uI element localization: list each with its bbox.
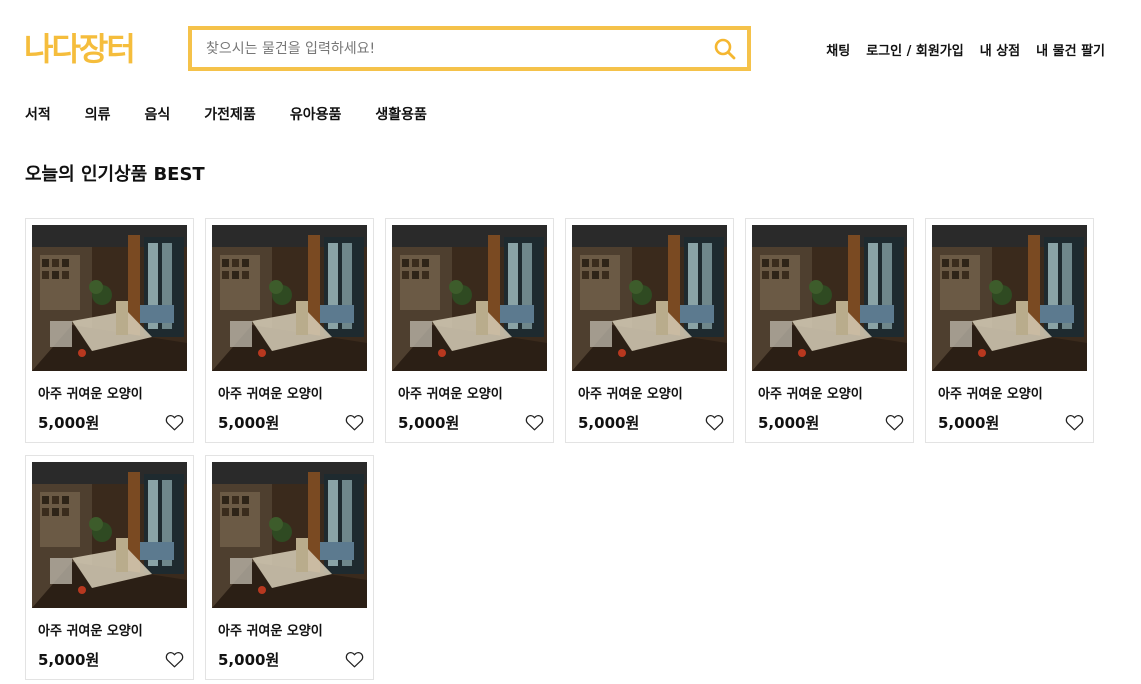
product-card[interactable]: 아주 귀여운 오양이 5,000원: [25, 218, 194, 443]
product-title: 아주 귀여운 오양이: [38, 387, 143, 402]
product-image[interactable]: [932, 225, 1087, 371]
product-title: 아주 귀여운 오양이: [758, 387, 863, 402]
product-title: 아주 귀여운 오양이: [38, 624, 143, 639]
product-card[interactable]: 아주 귀여운 오양이 5,000원: [25, 455, 194, 680]
heart-outline-icon[interactable]: [883, 411, 905, 433]
section-title: 오늘의 인기상품 BEST: [25, 164, 205, 185]
product-meta: 5,000원: [212, 411, 367, 433]
search-bar: [188, 26, 751, 71]
product-meta: 5,000원: [212, 648, 367, 670]
top-nav: 채팅 로그인 / 회원가입 내 상점 내 물건 팔기: [826, 40, 1105, 59]
nav-chat-link[interactable]: 채팅: [826, 40, 850, 59]
product-card[interactable]: 아주 귀여운 오양이 5,000원: [745, 218, 914, 443]
heart-outline-icon[interactable]: [1063, 411, 1085, 433]
heart-outline-icon[interactable]: [343, 411, 365, 433]
search-icon[interactable]: [703, 30, 747, 67]
product-price: 5,000원: [938, 413, 1000, 432]
category-household[interactable]: 생활용품: [375, 104, 427, 124]
product-image[interactable]: [32, 225, 187, 371]
product-title: 아주 귀여운 오양이: [398, 387, 503, 402]
search-input[interactable]: [192, 30, 703, 67]
nav-my-shop-link[interactable]: 내 상점: [980, 40, 1020, 59]
product-title: 아주 귀여운 오양이: [218, 387, 323, 402]
product-meta: 5,000원: [932, 411, 1087, 433]
product-image[interactable]: [212, 225, 367, 371]
product-image[interactable]: [32, 462, 187, 608]
category-clothing[interactable]: 의류: [85, 104, 111, 124]
product-card[interactable]: 아주 귀여운 오양이 5,000원: [565, 218, 734, 443]
product-meta: 5,000원: [392, 411, 547, 433]
category-baby[interactable]: 유아용품: [290, 104, 342, 124]
product-price: 5,000원: [218, 650, 280, 669]
product-price: 5,000원: [398, 413, 460, 432]
product-image[interactable]: [572, 225, 727, 371]
product-price: 5,000원: [758, 413, 820, 432]
product-meta: 5,000원: [32, 648, 187, 670]
category-food[interactable]: 음식: [145, 104, 171, 124]
category-appliances[interactable]: 가전제품: [204, 104, 256, 124]
product-card[interactable]: 아주 귀여운 오양이 5,000원: [925, 218, 1094, 443]
nav-login-signup-link[interactable]: 로그인 / 회원가입: [866, 40, 964, 59]
product-image[interactable]: [752, 225, 907, 371]
site-logo[interactable]: 나다장터: [24, 30, 136, 68]
product-title: 아주 귀여운 오양이: [578, 387, 683, 402]
category-books[interactable]: 서적: [25, 104, 51, 124]
product-card[interactable]: 아주 귀여운 오양이 5,000원: [385, 218, 554, 443]
product-image[interactable]: [212, 462, 367, 608]
product-title: 아주 귀여운 오양이: [938, 387, 1043, 402]
product-image[interactable]: [392, 225, 547, 371]
product-price: 5,000원: [38, 650, 100, 669]
product-meta: 5,000원: [572, 411, 727, 433]
product-card[interactable]: 아주 귀여운 오양이 5,000원: [205, 455, 374, 680]
product-card[interactable]: 아주 귀여운 오양이 5,000원: [205, 218, 374, 443]
product-price: 5,000원: [218, 413, 280, 432]
product-title: 아주 귀여운 오양이: [218, 624, 323, 639]
product-price: 5,000원: [578, 413, 640, 432]
heart-outline-icon[interactable]: [343, 648, 365, 670]
heart-outline-icon[interactable]: [163, 648, 185, 670]
heart-outline-icon[interactable]: [703, 411, 725, 433]
product-grid: 아주 귀여운 오양이 5,000원 아주 귀여운 오양이 5,000원 아주 귀…: [25, 218, 1105, 680]
nav-sell-link[interactable]: 내 물건 팔기: [1036, 40, 1105, 59]
category-nav: 서적 의류 음식 가전제품 유아용품 생활용품: [25, 104, 427, 124]
product-meta: 5,000원: [752, 411, 907, 433]
product-meta: 5,000원: [32, 411, 187, 433]
product-price: 5,000원: [38, 413, 100, 432]
heart-outline-icon[interactable]: [163, 411, 185, 433]
heart-outline-icon[interactable]: [523, 411, 545, 433]
